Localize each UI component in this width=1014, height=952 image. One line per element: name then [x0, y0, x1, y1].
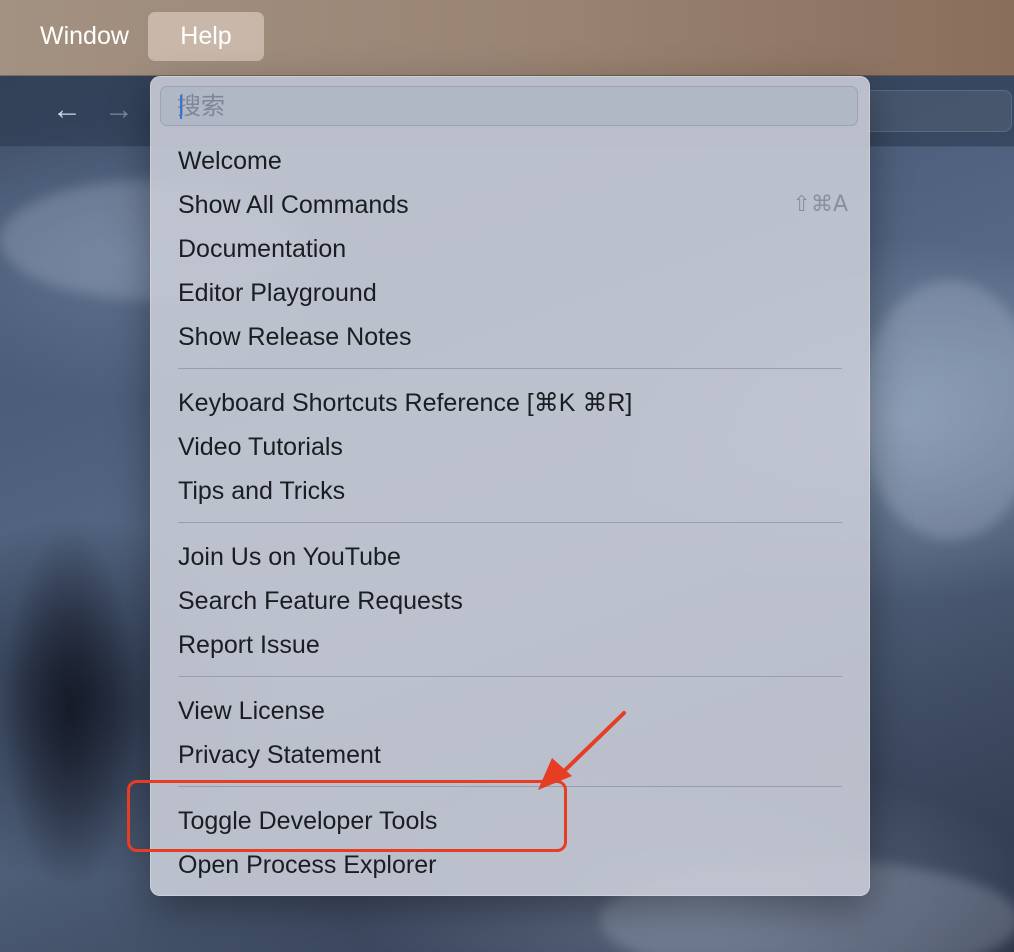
menu-separator — [178, 676, 842, 677]
menu-item-label: Video Tutorials — [178, 433, 343, 461]
menu-window[interactable]: Window — [24, 12, 145, 61]
menu-item-label: Documentation — [178, 235, 347, 263]
menu-item-editor-playground[interactable]: Editor Playground — [178, 273, 848, 313]
menu-item-keyboard-shortcuts[interactable]: Keyboard Shortcuts Reference [⌘K ⌘R] — [178, 383, 848, 423]
menu-item-label: Privacy Statement — [178, 741, 381, 769]
menu-item-label: View License — [178, 697, 325, 725]
menu-item-welcome[interactable]: Welcome — [178, 141, 848, 181]
menu-item-label: Keyboard Shortcuts Reference [⌘K ⌘R] — [178, 389, 633, 417]
text-caret — [180, 95, 182, 119]
menu-item-label: Welcome — [178, 147, 282, 175]
menu-item-privacy-statement[interactable]: Privacy Statement — [178, 735, 848, 775]
menu-item-shortcut: ⇧⌘A — [792, 192, 848, 217]
menu-item-label: Editor Playground — [178, 279, 377, 307]
menu-item-label: Search Feature Requests — [178, 587, 463, 615]
back-arrow-icon[interactable]: ← — [52, 94, 82, 126]
command-center[interactable] — [860, 90, 1012, 132]
menu-item-show-all-commands[interactable]: Show All Commands ⇧⌘A — [178, 185, 848, 225]
menu-item-report-issue[interactable]: Report Issue — [178, 625, 848, 665]
menu-separator — [178, 368, 842, 369]
menu-item-label: Show Release Notes — [178, 323, 412, 351]
menu-item-view-license[interactable]: View License — [178, 691, 848, 731]
help-menu-dropdown: Welcome Show All Commands ⇧⌘A Documentat… — [150, 76, 870, 896]
menu-item-label: Show All Commands — [178, 191, 409, 219]
menu-item-join-youtube[interactable]: Join Us on YouTube — [178, 537, 848, 577]
menu-item-tips-and-tricks[interactable]: Tips and Tricks — [178, 471, 848, 511]
background-figure — [0, 440, 160, 952]
menu-separator — [178, 522, 842, 523]
forward-arrow-icon[interactable]: → — [104, 94, 134, 126]
menu-item-label: Open Process Explorer — [178, 851, 437, 879]
menu-search-input[interactable] — [160, 86, 858, 126]
menu-item-video-tutorials[interactable]: Video Tutorials — [178, 427, 848, 467]
background-cloud — [860, 280, 1014, 540]
menu-item-documentation[interactable]: Documentation — [178, 229, 848, 269]
menu-item-label: Tips and Tricks — [178, 477, 346, 505]
annotation-highlight-box — [127, 780, 567, 852]
menu-item-show-release-notes[interactable]: Show Release Notes — [178, 317, 848, 357]
menu-help[interactable]: Help — [148, 12, 264, 61]
menu-item-label: Join Us on YouTube — [178, 543, 401, 571]
screen: ← → Window Help Welcome Show All Command… — [0, 0, 1014, 952]
menu-item-label: Report Issue — [178, 631, 320, 659]
menu-bar: Window Help — [0, 0, 1014, 76]
menu-item-search-feature-requests[interactable]: Search Feature Requests — [178, 581, 848, 621]
